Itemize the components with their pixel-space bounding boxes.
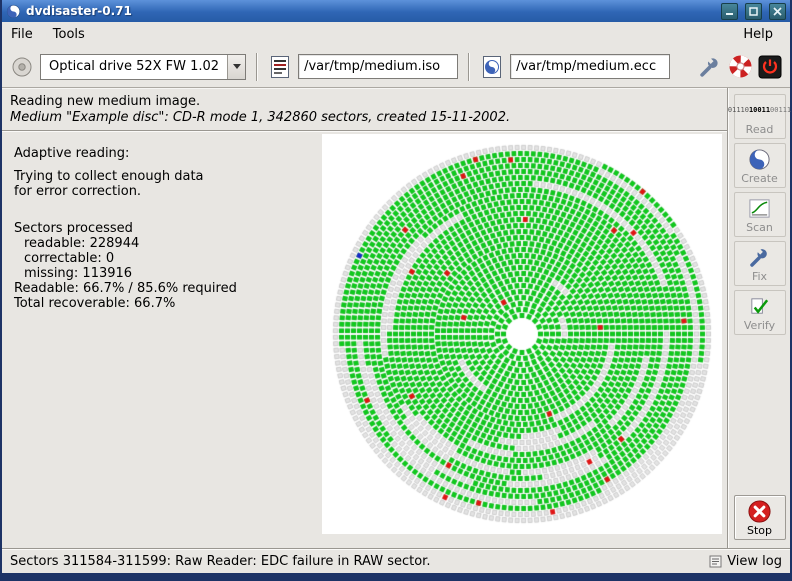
minimize-button[interactable] — [721, 3, 738, 20]
toolbar-separator — [468, 53, 470, 81]
window-title: dvdisaster-0.71 — [26, 4, 714, 18]
operation-title: Reading new medium image. — [10, 94, 719, 110]
medium-info: Medium "Example disc": CD-R mode 1, 3428… — [10, 110, 719, 126]
titlebar[interactable]: dvdisaster-0.71 — [2, 0, 790, 22]
stop-button-label: Stop — [747, 524, 772, 537]
read-button-label: Read — [746, 123, 774, 136]
sectors-title: Sectors processed — [14, 221, 317, 236]
ecc-path-input[interactable] — [510, 54, 670, 79]
action-sidebar: 01110 10011 00111 Read Create — [729, 88, 790, 548]
statusbar: Sectors 311584-311599: Raw Reader: EDC f… — [2, 548, 790, 573]
stop-button[interactable]: Stop — [734, 495, 786, 540]
binary-read-icon: 01110 10011 00111 — [728, 98, 791, 122]
readable-percent: Readable: 66.7% / 85.6% required — [14, 281, 317, 296]
help-disc-icon[interactable] — [728, 55, 752, 79]
view-log-button[interactable]: View log — [709, 554, 782, 569]
preferences-wrench-icon[interactable] — [698, 55, 722, 79]
close-button[interactable] — [769, 3, 786, 20]
dvdisaster-window: dvdisaster-0.71 File Tools Help Optical … — [0, 0, 792, 581]
quit-power-icon[interactable] — [758, 55, 782, 79]
window-body: Reading new medium image. Medium "Exampl… — [2, 88, 790, 548]
create-button[interactable]: Create — [734, 143, 786, 188]
verify-button-label: Verify — [744, 319, 775, 332]
scan-button-label: Scan — [746, 221, 773, 234]
read-button[interactable]: 01110 10011 00111 Read — [734, 94, 786, 139]
drive-select-value: Optical drive 52X FW 1.02 — [41, 55, 227, 79]
mode-desc-line1: Trying to collect enough data — [14, 169, 317, 184]
progress-info-panel: Adaptive reading: Trying to collect enou… — [2, 132, 317, 548]
fix-button-label: Fix — [752, 270, 767, 283]
maximize-button[interactable] — [745, 3, 762, 20]
window-bottom-edge — [2, 573, 790, 581]
menubar: File Tools Help — [2, 22, 790, 46]
app-icon — [6, 4, 21, 19]
verify-button[interactable]: Verify — [734, 290, 786, 335]
sectors-missing: missing: 113916 — [14, 266, 317, 281]
scan-graph-icon — [748, 196, 771, 220]
drive-select[interactable]: Optical drive 52X FW 1.02 — [40, 54, 246, 80]
create-button-label: Create — [741, 172, 778, 185]
ecc-file-icon — [480, 55, 504, 79]
verify-check-icon — [748, 294, 771, 318]
image-path-input[interactable] — [298, 54, 458, 79]
statusbar-message: Sectors 311584-311599: Raw Reader: EDC f… — [10, 554, 430, 569]
chevron-down-icon — [227, 55, 245, 79]
wrench-icon — [749, 245, 771, 269]
mode-desc-line2: for error correction. — [14, 184, 317, 199]
toolbar-separator — [256, 53, 258, 81]
menu-tools[interactable]: Tools — [53, 25, 93, 44]
log-icon — [709, 555, 722, 568]
menu-file[interactable]: File — [11, 25, 41, 44]
sector-map-spiral — [322, 134, 722, 534]
operation-header: Reading new medium image. Medium "Exampl… — [2, 88, 727, 130]
stop-icon — [747, 499, 772, 523]
scan-button[interactable]: Scan — [734, 192, 786, 237]
sectors-correctable: correctable: 0 — [14, 251, 317, 266]
total-recoverable: Total recoverable: 66.7% — [14, 296, 317, 311]
yin-yang-icon — [748, 147, 771, 171]
fix-button[interactable]: Fix — [734, 241, 786, 286]
drive-status-icon — [10, 55, 34, 79]
sectors-readable: readable: 228944 — [14, 236, 317, 251]
mode-title: Adaptive reading: — [14, 146, 317, 161]
main-area: Adaptive reading: Trying to collect enou… — [2, 132, 727, 548]
toolbar: Optical drive 52X FW 1.02 — [2, 46, 790, 88]
view-log-label: View log — [727, 554, 782, 569]
image-file-icon — [268, 55, 292, 79]
content-area: Reading new medium image. Medium "Exampl… — [2, 88, 727, 548]
spiral-area — [317, 132, 727, 548]
menu-help[interactable]: Help — [743, 25, 781, 44]
